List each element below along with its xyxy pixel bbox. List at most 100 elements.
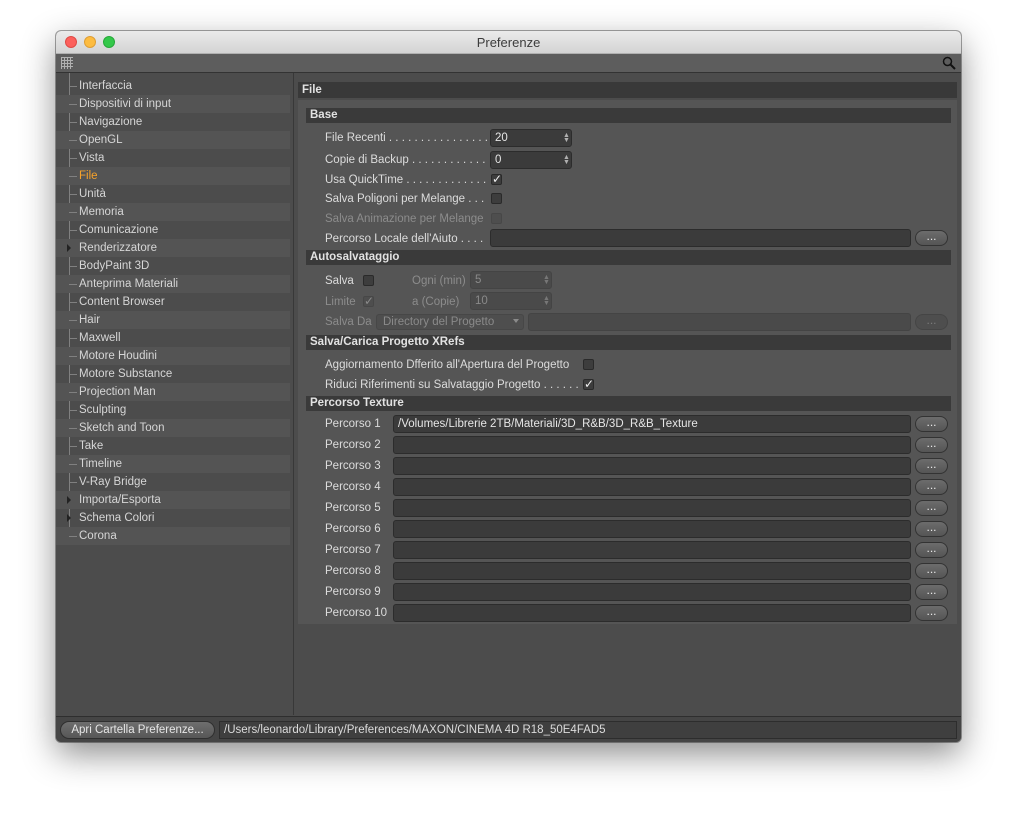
- texture-path-browse-button[interactable]: ...: [915, 563, 948, 579]
- texture-path-field[interactable]: [393, 541, 911, 559]
- backup-copies-field[interactable]: 0 ▲ ▼: [490, 151, 572, 169]
- section-base-header[interactable]: Base: [306, 108, 951, 123]
- sidebar-item-label: Anteprima Materiali: [79, 278, 179, 290]
- expand-arrow-icon[interactable]: [67, 514, 71, 522]
- xrefs-reduce-checkbox[interactable]: ✓: [583, 378, 594, 390]
- stepper-icon[interactable]: ▲ ▼: [543, 274, 550, 286]
- sidebar-item-label: Dispositivi di input: [79, 98, 172, 110]
- open-preferences-folder-button[interactable]: Apri Cartella Preferenze...: [60, 721, 215, 739]
- texture-path-field[interactable]: [393, 499, 911, 517]
- sidebar-item[interactable]: Schema Colori: [56, 509, 290, 527]
- sidebar-item[interactable]: Sketch and Toon: [56, 419, 290, 437]
- texture-path-browse-button[interactable]: ...: [915, 584, 948, 600]
- sidebar-item[interactable]: Timeline: [56, 455, 290, 473]
- melange-animation-checkbox[interactable]: [491, 213, 502, 224]
- sidebar-item[interactable]: Projection Man: [56, 383, 290, 401]
- autosave-every-field[interactable]: 5 ▲ ▼: [470, 271, 552, 289]
- texture-path-field[interactable]: [393, 457, 911, 475]
- sidebar-item[interactable]: Renderizzatore: [56, 239, 290, 257]
- texture-path-label: Percorso 2: [325, 439, 381, 451]
- sidebar-item[interactable]: Navigazione: [56, 113, 290, 131]
- sidebar-item[interactable]: Maxwell: [56, 329, 290, 347]
- sidebar-item[interactable]: BodyPaint 3D: [56, 257, 290, 275]
- xrefs-deferred-checkbox[interactable]: [583, 359, 594, 370]
- sidebar-item[interactable]: Content Browser: [56, 293, 290, 311]
- sidebar-item[interactable]: Unità: [56, 185, 290, 203]
- preferences-sidebar: Interfaccia Dispositivi di input Navigazio…: [56, 73, 294, 715]
- texture-path-field[interactable]: [393, 520, 911, 538]
- sidebar-item-label: File: [79, 170, 98, 182]
- stepper-icon[interactable]: ▲ ▼: [563, 132, 570, 144]
- tree-connector: [69, 356, 77, 357]
- autosave-save-from-dropdown[interactable]: Directory del Progetto: [376, 314, 524, 330]
- sidebar-item[interactable]: Anteprima Materiali: [56, 275, 290, 293]
- texture-path-label: Percorso 8: [325, 565, 381, 577]
- texture-path-field[interactable]: [393, 583, 911, 601]
- texture-path-browse-button[interactable]: ...: [915, 458, 948, 474]
- sidebar-item[interactable]: Dispositivi di input: [56, 95, 290, 113]
- texture-path-field[interactable]: [393, 436, 911, 454]
- sidebar-item[interactable]: Comunicazione: [56, 221, 290, 239]
- texture-path-label: Percorso 6: [325, 523, 381, 535]
- recent-files-field[interactable]: 20 ▲ ▼: [490, 129, 572, 147]
- texture-path-browse-button[interactable]: ...: [915, 437, 948, 453]
- texture-path-field[interactable]: /Volumes/Librerie 2TB/Materiali/3D_R&B/3…: [393, 415, 911, 433]
- grid-menu-icon[interactable]: [61, 57, 73, 69]
- sidebar-item[interactable]: Motore Houdini: [56, 347, 290, 365]
- search-icon[interactable]: [941, 55, 957, 71]
- sidebar-item-label: Unità: [79, 188, 106, 200]
- tree-connector: [69, 392, 77, 393]
- help-path-browse-button[interactable]: ...: [915, 230, 948, 246]
- section-xrefs-header[interactable]: Salva/Carica Progetto XRefs: [306, 335, 951, 350]
- recent-files-label: File Recenti . . . . . . . . . . . . . .…: [325, 132, 488, 144]
- stepper-icon[interactable]: ▲ ▼: [563, 154, 570, 166]
- sidebar-item-label: Sculpting: [79, 404, 127, 416]
- texture-path-field[interactable]: [393, 604, 911, 622]
- sidebar-item[interactable]: Sculpting: [56, 401, 290, 419]
- autosave-save-from-path-field[interactable]: [528, 313, 911, 331]
- texture-path-browse-button[interactable]: ...: [915, 521, 948, 537]
- melange-polygons-label: Salva Poligoni per Melange . . .: [325, 193, 485, 205]
- section-autosave-header[interactable]: Autosalvataggio: [306, 250, 951, 265]
- sidebar-item[interactable]: Importa/Esporta: [56, 491, 290, 509]
- sidebar-item-label: Navigazione: [79, 116, 143, 128]
- sidebar-item[interactable]: Hair: [56, 311, 290, 329]
- autosave-copies-field[interactable]: 10 ▲ ▼: [470, 292, 552, 310]
- tree-connector: [69, 122, 77, 123]
- tree-connector: [69, 212, 77, 213]
- autosave-limit-checkbox[interactable]: ✓: [363, 295, 374, 307]
- texture-path-browse-button[interactable]: ...: [915, 500, 948, 516]
- tree-connector: [69, 104, 77, 105]
- melange-polygons-checkbox[interactable]: [491, 193, 502, 204]
- sidebar-item[interactable]: Memoria: [56, 203, 290, 221]
- texture-path-browse-button[interactable]: ...: [915, 416, 948, 432]
- preferences-main: File Base File Recenti . . . . . . . . .…: [295, 73, 961, 715]
- texture-path-browse-button[interactable]: ...: [915, 479, 948, 495]
- sidebar-item[interactable]: File: [56, 167, 290, 185]
- autosave-copies-value: 10: [475, 295, 488, 307]
- autosave-save-checkbox[interactable]: [363, 275, 374, 286]
- title-bar[interactable]: Preferenze: [56, 31, 961, 54]
- texture-path-browse-button[interactable]: ...: [915, 605, 948, 621]
- autosave-save-from-label: Salva Da: [325, 316, 372, 328]
- texture-path-browse-button[interactable]: ...: [915, 542, 948, 558]
- autosave-browse-button[interactable]: ...: [915, 314, 948, 330]
- sidebar-item[interactable]: OpenGL: [56, 131, 290, 149]
- sidebar-item[interactable]: Interfaccia: [56, 77, 290, 95]
- help-path-field[interactable]: [490, 229, 911, 247]
- sidebar-item[interactable]: Vista: [56, 149, 290, 167]
- backup-copies-value: 0: [495, 154, 502, 166]
- sidebar-item[interactable]: Take: [56, 437, 290, 455]
- sidebar-item[interactable]: Corona: [56, 527, 290, 545]
- expand-arrow-icon[interactable]: [67, 496, 71, 504]
- tree-connector: [69, 302, 77, 303]
- texture-path-field[interactable]: [393, 562, 911, 580]
- sidebar-item[interactable]: Motore Substance: [56, 365, 290, 383]
- sidebar-item[interactable]: V-Ray Bridge: [56, 473, 290, 491]
- texture-path-field[interactable]: [393, 478, 911, 496]
- quicktime-checkbox[interactable]: ✓: [491, 173, 502, 185]
- stepper-icon[interactable]: ▲ ▼: [543, 295, 550, 307]
- expand-arrow-icon[interactable]: [67, 244, 71, 252]
- tree-connector: [69, 194, 77, 195]
- section-texture-paths-header[interactable]: Percorso Texture: [306, 396, 951, 411]
